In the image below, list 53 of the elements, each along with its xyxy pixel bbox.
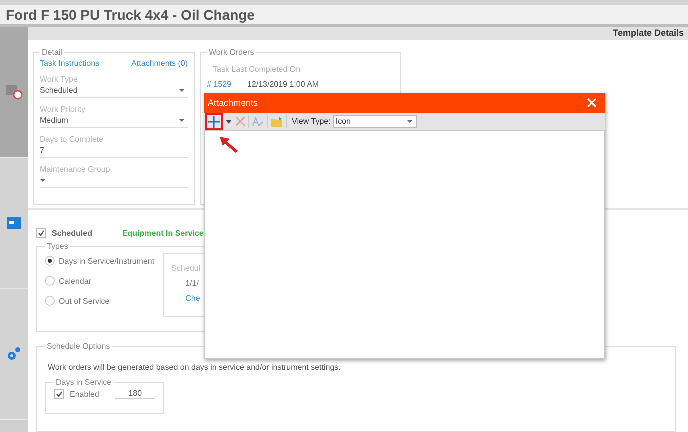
- caret-icon: [40, 178, 46, 182]
- dialog-title: Attachments: [208, 98, 258, 108]
- plus-icon: [208, 116, 220, 128]
- gears-icon: [6, 347, 22, 361]
- field-label: Maintenance Group: [40, 164, 112, 174]
- detail-link[interactable]: Task Instructions: [40, 58, 100, 68]
- close-button[interactable]: [587, 98, 597, 108]
- delete-icon: [236, 117, 245, 126]
- window-title: Ford F 150 PU Truck 4x4 - Oil Change: [6, 6, 255, 22]
- input-field[interactable]: 7: [40, 144, 188, 158]
- panel-legend: Schedule Options: [45, 342, 112, 351]
- calendar-clock-icon: [5, 84, 23, 100]
- column-heading: Task Last Completed On: [213, 64, 302, 74]
- sidebar-item[interactable]: [0, 158, 28, 289]
- panel-legend: Days in Service: [54, 378, 114, 387]
- input-field[interactable]: 180: [115, 389, 156, 399]
- schedule-note: Work orders will be generated based on days in service and/or instrument settings.: [48, 363, 342, 372]
- completed-date: 12/13/2019 1:00 AM: [247, 80, 320, 89]
- sidebar-item[interactable]: [0, 27, 28, 158]
- radio-button[interactable]: [45, 256, 55, 266]
- section-title: Template Details: [613, 28, 684, 38]
- checkbox-label: Enabled: [70, 390, 100, 398]
- window-icon: [7, 217, 21, 229]
- equipment-status: Equipment In Service: [122, 228, 204, 238]
- panel-legend: Work Orders: [207, 48, 256, 57]
- field-label: Work Priority: [40, 104, 87, 114]
- work-order-link[interactable]: # 1529: [207, 80, 232, 89]
- field-label: Days to Complete: [40, 134, 105, 144]
- radio-label: Out of Service: [59, 296, 110, 306]
- view-type-label: View Type:: [292, 117, 331, 126]
- add-button[interactable]: [205, 113, 223, 130]
- radio-label: Calendar: [59, 276, 92, 286]
- dropdown-field[interactable]: Scheduled: [40, 84, 188, 98]
- radio-label: Days in Service/Instrument: [59, 256, 155, 266]
- schedule-heading: Schedul: [172, 264, 202, 273]
- radio-button[interactable]: [45, 296, 55, 306]
- rename-icon: [252, 116, 264, 126]
- panel-legend: Detail: [40, 48, 64, 57]
- caret-icon: [179, 118, 185, 122]
- enabled-checkbox[interactable]: [54, 389, 64, 399]
- field-label: Work Type: [40, 74, 79, 84]
- scheduled-checkbox[interactable]: [36, 228, 46, 238]
- panel-legend: Types: [45, 242, 70, 251]
- checkbox-label: Scheduled: [52, 228, 92, 238]
- schedule-date: 1/1/: [186, 279, 200, 288]
- pointer-arrow: [219, 136, 239, 154]
- dropdown-field[interactable]: Medium: [40, 114, 188, 128]
- caret-icon: [226, 120, 232, 124]
- folder-icon: [271, 116, 283, 126]
- radio-button[interactable]: [45, 276, 55, 286]
- caret-icon: [179, 88, 185, 92]
- detail-link[interactable]: Attachments (0): [132, 58, 188, 68]
- view-type-select[interactable]: Icon: [332, 115, 417, 128]
